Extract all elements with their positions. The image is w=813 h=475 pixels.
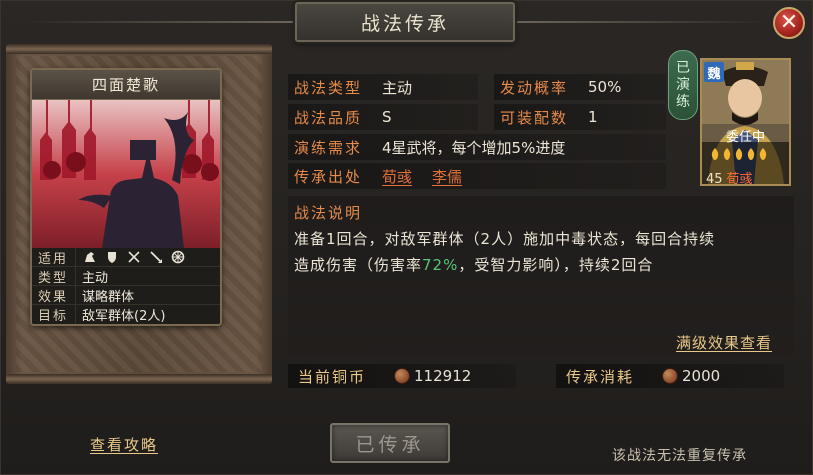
description-text-part: 造成伤害（伤害率	[294, 256, 423, 274]
info-value: 敌军群体(2人)	[82, 309, 166, 324]
tactic-card-info: 适用 类型 主动 效果 谋略群体 目标 敌军群体(2人)	[32, 248, 220, 324]
detail-label: 战法品质	[294, 108, 363, 127]
detail-slots: 可装配数 1	[500, 104, 598, 130]
bow-icon	[126, 249, 142, 265]
close-icon: ✕	[779, 10, 799, 35]
info-value: 谋略群体	[82, 289, 135, 305]
info-row-target: 目标 敌军群体(2人)	[32, 305, 220, 324]
description-title: 战法说明	[294, 204, 363, 222]
close-button[interactable]: ✕	[773, 7, 805, 39]
title-divider-right	[515, 21, 770, 23]
full-effect-link[interactable]: 满级效果查看	[676, 332, 772, 353]
badge-char: 演	[676, 76, 690, 93]
detail-value: 主动	[382, 78, 413, 97]
tactic-card-title: 四面楚歌	[32, 70, 220, 100]
detail-label: 战法类型	[294, 78, 363, 97]
dialog-title-text: 战法传承	[360, 12, 449, 35]
detail-label: 演练需求	[294, 138, 363, 157]
info-row-type: 类型 主动	[32, 267, 220, 286]
description-line: 准备1回合，对敌军群体（2人）施加中毒状态，每回合持续	[294, 230, 716, 248]
wheel-icon	[170, 249, 186, 265]
star-icon	[734, 146, 744, 160]
shield-icon	[104, 249, 120, 265]
star-icon	[722, 146, 732, 160]
star-icon	[758, 146, 768, 160]
hero-level-number: 45	[706, 172, 723, 187]
current-coins-value: 112912	[414, 367, 472, 385]
copper-coin-icon	[394, 368, 411, 384]
current-coins-label: 当前铜币	[298, 367, 367, 386]
tactic-card: 四面楚歌 适用 类型 主动 效果 谋略群体 目标 敌军群体(2人)	[30, 68, 222, 326]
source-hero-link[interactable]: 李儒	[432, 166, 462, 187]
scroll-rod-bottom	[6, 374, 272, 384]
hero-portrait[interactable]: 魏 委任中 45 荀彧	[700, 58, 791, 187]
inherit-cost-label: 传承消耗	[566, 367, 635, 386]
inherit-cost: 传承消耗 2000	[566, 364, 720, 388]
drilled-badge: 已 演 练	[668, 50, 698, 120]
star-icon	[710, 146, 720, 160]
hero-stars	[710, 146, 790, 162]
info-key: 目标	[32, 305, 76, 324]
detail-quality: 战法品质 S	[294, 104, 392, 130]
hero-name: 荀彧	[726, 172, 753, 187]
description-line-2: 造成伤害（伤害率72%，受智力影响），持续2回合	[294, 252, 794, 278]
inherit-cost-value: 2000	[682, 367, 721, 385]
dialog-title: 战法传承	[295, 2, 515, 42]
badge-char: 已	[676, 59, 690, 76]
info-value: 主动	[82, 270, 109, 286]
info-key: 类型	[32, 267, 76, 286]
star-icon	[746, 146, 756, 160]
cavalry-icon	[82, 249, 98, 265]
inherit-button[interactable]: 已传承	[330, 423, 450, 463]
detail-rate: 发动概率 50%	[500, 74, 621, 100]
detail-value: 50%	[588, 78, 622, 96]
info-row-applicable: 适用	[32, 248, 220, 267]
description-text-part: ，受智力影响），持续2回合	[458, 256, 654, 274]
scroll-rod-top	[6, 44, 272, 54]
source-hero-link[interactable]: 荀彧	[382, 166, 412, 187]
detail-value: S	[382, 108, 392, 126]
detail-label: 发动概率	[500, 78, 569, 97]
info-key: 适用	[32, 248, 76, 267]
current-coins: 当前铜币 112912	[298, 364, 471, 388]
badge-char: 练	[676, 93, 690, 110]
copper-coin-icon	[662, 368, 679, 384]
hero-level: 45 荀彧	[706, 168, 753, 187]
damage-rate: 72%	[422, 256, 459, 274]
hero-status: 委任中	[725, 130, 765, 145]
detail-label: 传承出处	[294, 167, 363, 186]
detail-type: 战法类型 主动	[294, 74, 412, 100]
description-panel: 战法说明 准备1回合，对敌军群体（2人）施加中毒状态，每回合持续 造成伤害（伤害…	[288, 196, 794, 356]
description-text: 准备1回合，对敌军群体（2人）施加中毒状态，每回合持续 造成伤害（伤害率72%，…	[294, 226, 794, 278]
title-divider-left	[20, 21, 295, 23]
cannot-repeat-note: 该战法无法重复传承	[612, 448, 747, 464]
info-row-effect: 效果 谋略群体	[32, 286, 220, 305]
tactic-card-art	[32, 100, 220, 248]
detail-requirement: 演练需求 4星武将，每个增加5%进度	[294, 134, 565, 160]
detail-value: 4星武将，每个增加5%进度	[382, 138, 566, 157]
detail-source: 传承出处 荀彧 李儒	[294, 163, 462, 189]
info-value-troop-icons	[76, 249, 186, 265]
spear-icon	[148, 249, 164, 265]
view-strategy-link[interactable]: 查看攻略	[90, 434, 158, 455]
info-key: 效果	[32, 286, 76, 305]
faction-badge: 魏	[704, 62, 724, 82]
detail-value: 1	[588, 108, 598, 126]
detail-label: 可装配数	[500, 108, 569, 127]
